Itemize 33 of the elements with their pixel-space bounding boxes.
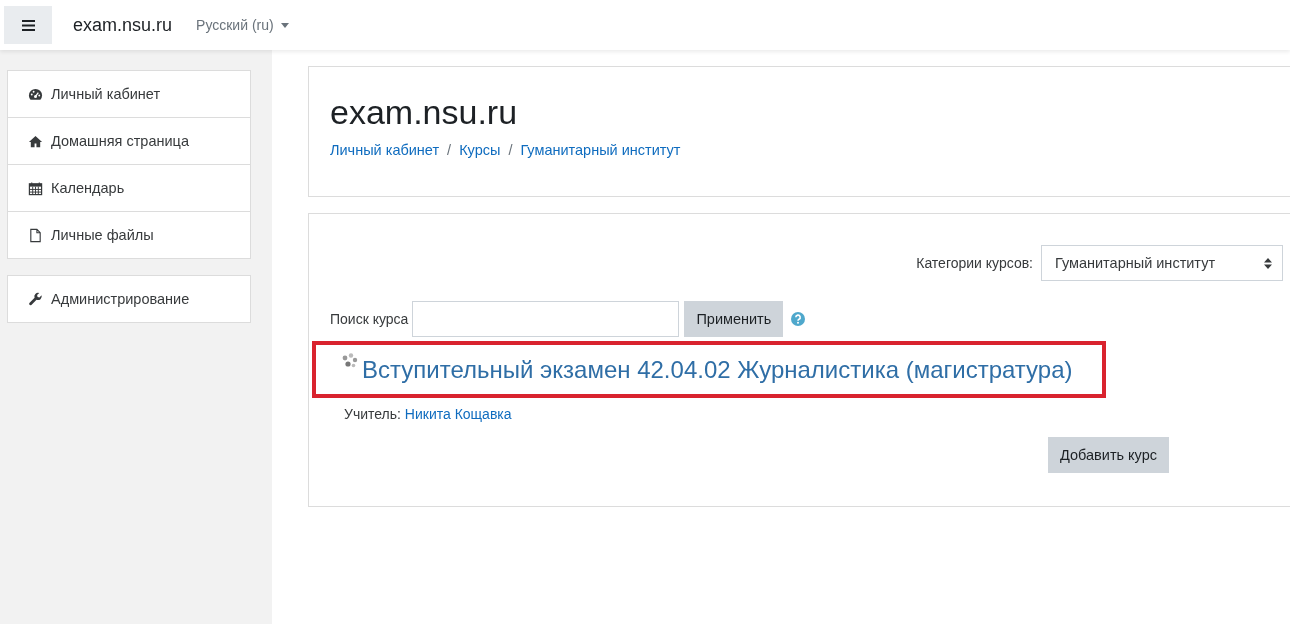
apply-button[interactable]: Применить	[684, 301, 784, 337]
help-icon[interactable]	[791, 312, 806, 326]
sidebar-item[interactable]: Личный кабинет	[8, 71, 250, 117]
category-label: Категории курсов:	[916, 255, 1033, 271]
sidebar-item[interactable]: Календарь	[8, 164, 250, 211]
breadcrumb-link[interactable]: Гуманитарный институт	[520, 142, 681, 158]
course-link[interactable]: Вступительный экзамен 42.04.02 Журналистика (магистратура)	[362, 355, 1073, 384]
teacher-link[interactable]: Никита Кощавка	[404, 406, 512, 422]
sidebar-item[interactable]: Администрирование	[8, 276, 250, 322]
page-title: exam.nsu.ru	[330, 93, 518, 132]
sort-arrows-icon	[1264, 257, 1272, 269]
breadcrumb-separator: /	[508, 142, 513, 158]
add-course-button[interactable]: Добавить курс	[1048, 437, 1170, 473]
menu-icon	[21, 19, 35, 31]
sidebar-item[interactable]: Личные файлы	[8, 211, 250, 258]
search-label: Поиск курса	[330, 311, 409, 327]
category-select[interactable]: Гуманитарный институт	[1041, 245, 1283, 281]
course-icon	[342, 353, 358, 369]
breadcrumb-link[interactable]: Курсы	[459, 142, 501, 158]
file-icon	[28, 227, 43, 243]
home-icon	[28, 133, 43, 149]
breadcrumb-link[interactable]: Личный кабинет	[330, 142, 440, 158]
language-menu[interactable]: Русский (ru)	[196, 17, 289, 33]
menu-button[interactable]	[4, 6, 52, 44]
sidebar-item[interactable]: Домашняя страница	[8, 117, 250, 164]
wrench-icon	[28, 291, 43, 307]
teacher-label: Учитель:	[344, 406, 401, 422]
search-field[interactable]	[412, 301, 680, 337]
dashboard-icon	[28, 86, 43, 102]
site-name[interactable]: exam.nsu.ru	[73, 14, 173, 36]
calendar-icon	[28, 180, 43, 196]
caret-icon	[280, 22, 289, 28]
breadcrumb-separator: /	[447, 142, 452, 158]
